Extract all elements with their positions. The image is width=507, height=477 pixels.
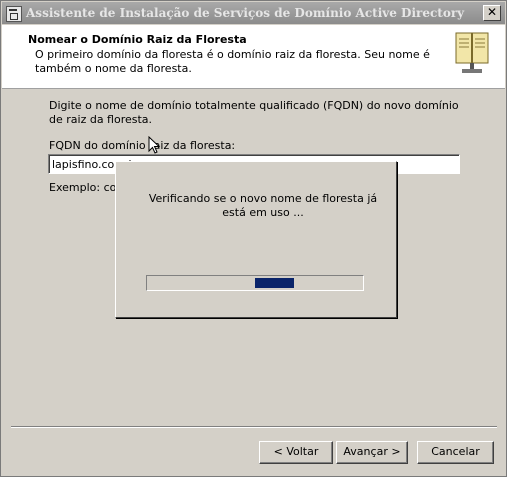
- window-title: Assistente de Instalação de Serviços de …: [26, 6, 465, 20]
- close-button[interactable]: ✕: [483, 5, 501, 21]
- arrow-cursor-icon: [148, 136, 161, 154]
- fqdn-label: FQDN do domínio raiz da floresta:: [49, 139, 236, 152]
- wizard-window: Assistente de Instalação de Serviços de …: [0, 0, 507, 477]
- progress-bar: [146, 275, 364, 291]
- back-button[interactable]: < Voltar: [259, 441, 333, 464]
- page-subtitle: O primeiro domínio da floresta é o domín…: [35, 48, 430, 75]
- wizard-header: Nomear o Domínio Raiz da Floresta O prim…: [2, 25, 505, 89]
- progress-dialog: Verificando se o novo nome de floresta j…: [115, 161, 397, 318]
- app-icon: [6, 6, 22, 22]
- next-button[interactable]: Avançar >: [336, 441, 408, 464]
- cancel-button[interactable]: Cancelar: [417, 441, 494, 464]
- page-title: Nomear o Domínio Raiz da Floresta: [28, 33, 247, 46]
- separator: [11, 426, 497, 428]
- progress-message: Verificando se o novo nome de floresta j…: [148, 192, 378, 219]
- instruction-text: Digite o nome de domínio totalmente qual…: [49, 99, 459, 126]
- title-bar[interactable]: Assistente de Instalação de Serviços de …: [2, 2, 505, 24]
- progress-fill: [255, 278, 294, 288]
- book-icon: [455, 32, 489, 73]
